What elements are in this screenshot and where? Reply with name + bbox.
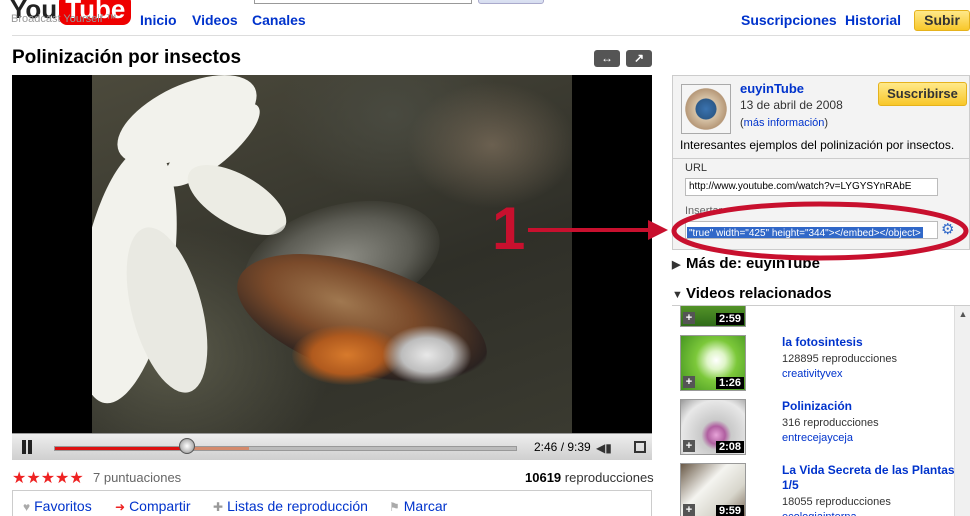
youtube-watch-page: You Tube Broadcast Yourself ™ Inicio Vide… <box>0 0 970 516</box>
fullscreen-icon[interactable] <box>634 441 646 453</box>
flag-label: Marcar <box>403 498 448 514</box>
playlists-button[interactable]: ✚ Listas de reproducción <box>213 498 368 514</box>
favoritos-button[interactable]: ♥ Favoritos <box>23 498 92 514</box>
list-item[interactable]: + 2:08 Polinización 316 reproducciones e… <box>680 399 970 463</box>
add-icon[interactable]: + <box>683 312 695 324</box>
related-title[interactable]: Polinización <box>782 399 962 414</box>
tagline: Broadcast Yourself ™ <box>11 13 117 25</box>
list-item[interactable]: + 9:59 La Vida Secreta de las Plantas 1/… <box>680 463 970 516</box>
nav-videos[interactable]: Videos <box>192 12 238 28</box>
embed-field[interactable]: "true" width="425" height="344"></embed>… <box>685 221 938 239</box>
search-button[interactable] <box>478 0 544 4</box>
annotation-number: 1 <box>492 195 526 262</box>
related-user[interactable]: ecologiainterna <box>782 511 857 516</box>
search-input[interactable] <box>254 0 472 4</box>
video-thumbnail[interactable]: + 9:59 <box>680 463 746 516</box>
flag-button[interactable]: ⚑ Marcar <box>389 498 447 514</box>
gear-icon[interactable]: ⚙ <box>941 222 957 238</box>
add-icon[interactable]: + <box>683 376 695 388</box>
video-description: Interesantes ejemplos del polinización p… <box>680 138 955 152</box>
embed-selected-text: "true" width="425" height="344"></embed>… <box>687 227 923 239</box>
related-label: Videos relacionados <box>686 285 832 302</box>
subscribe-button[interactable]: Suscribirse <box>878 82 967 106</box>
url-label: URL <box>685 162 708 174</box>
channel-name[interactable]: euyinTube <box>740 81 804 96</box>
related-title[interactable]: la fotosintesis <box>782 335 962 350</box>
compartir-label: Compartir <box>129 498 191 514</box>
related-views: 128895 reproducciones <box>782 353 897 365</box>
time-display: 2:46 / 9:39 <box>534 440 591 454</box>
related-user[interactable]: entrecejayceja <box>782 432 853 444</box>
related-title[interactable]: La Vida Secreta de las Plantas 1/5 <box>782 463 962 493</box>
triangle-down-icon: ▼ <box>672 289 683 301</box>
favoritos-label: Favoritos <box>34 498 92 514</box>
progress-played <box>55 447 188 450</box>
more-from-section[interactable]: ▶ Más de: euyinTube <box>672 255 820 272</box>
related-scrollbar[interactable]: ▲ <box>954 306 970 516</box>
pause-icon[interactable] <box>20 440 34 454</box>
related-views: 316 reproducciones <box>782 417 879 429</box>
channel-avatar[interactable] <box>681 84 731 134</box>
popout-icon[interactable]: ↗ <box>626 50 652 67</box>
ratings-count: 7 puntuaciones <box>93 470 182 485</box>
playlists-label: Listas de reproducción <box>227 498 368 514</box>
nav-canales[interactable]: Canales <box>252 12 306 28</box>
duration-badge: 2:59 <box>715 313 744 325</box>
view-count-number: 10619 <box>525 470 562 485</box>
list-item[interactable]: + 2:59 <box>680 306 970 335</box>
volume-icon[interactable]: ◀▮ <box>596 441 612 455</box>
related-section[interactable]: ▼ Videos relacionados <box>672 285 832 302</box>
upload-button[interactable]: Subir <box>914 10 970 31</box>
playlist-plus-icon: ✚ <box>213 500 224 514</box>
player-controls: 2:46 / 9:39 ◀▮ <box>12 433 652 460</box>
expand-width-icon[interactable]: ↔ <box>594 50 620 67</box>
video-thumbnail[interactable]: + 2:59 <box>680 306 746 327</box>
nav-inicio[interactable]: Inicio <box>140 12 177 28</box>
duration-badge: 9:59 <box>715 505 744 516</box>
duration-badge: 2:08 <box>715 441 744 453</box>
more-info: (más información) <box>740 117 829 129</box>
more-info-link[interactable]: más información <box>744 117 825 129</box>
video-thumbnail[interactable]: + 1:26 <box>680 335 746 391</box>
nav-historial[interactable]: Historial <box>845 12 901 28</box>
view-count: 10619 reproducciones <box>525 470 654 485</box>
view-count-label: reproducciones <box>564 470 654 485</box>
video-thumbnail[interactable]: + 2:08 <box>680 399 746 455</box>
add-icon[interactable]: + <box>683 440 695 452</box>
list-item[interactable]: + 1:26 la fotosintesis 128895 reproducci… <box>680 335 970 399</box>
header-divider <box>12 35 970 36</box>
video-player[interactable]: 2:46 / 9:39 ◀▮ <box>12 75 652 460</box>
heart-icon: ♥ <box>23 500 31 514</box>
compartir-button[interactable]: ➜ Compartir <box>115 498 191 514</box>
related-views: 18055 reproducciones <box>782 496 891 508</box>
url-field[interactable]: http://www.youtube.com/watch?v=LYGYSYnRA… <box>685 178 938 196</box>
flag-icon: ⚑ <box>389 500 400 514</box>
triangle-right-icon: ▶ <box>672 259 681 271</box>
description-divider <box>673 158 969 159</box>
rating-stars[interactable]: ★★★★★ <box>12 468 84 488</box>
related-videos-list: + 2:59 + 1:26 la fotosintesis 128895 rep… <box>672 305 970 516</box>
progress-handle[interactable] <box>178 438 195 454</box>
video-title: Polinización por insectos <box>12 47 242 68</box>
add-icon[interactable]: + <box>683 504 695 516</box>
duration-badge: 1:26 <box>715 377 744 389</box>
nav-suscripciones[interactable]: Suscripciones <box>741 12 837 28</box>
action-bar: ♥ Favoritos ➜ Compartir ✚ Listas de reprodu… <box>12 490 652 516</box>
scroll-up-arrow-icon[interactable]: ▲ <box>955 306 970 322</box>
upload-date: 13 de abril de 2008 <box>740 98 843 112</box>
more-from-label: Más de: euyinTube <box>686 255 820 272</box>
moth-white-patch <box>382 325 472 385</box>
channel-info-box: euyinTube 13 de abril de 2008 (más infor… <box>672 75 970 250</box>
share-arrow-icon: ➜ <box>115 500 126 514</box>
progress-bar[interactable] <box>54 446 517 451</box>
related-user[interactable]: creativityvex <box>782 368 843 380</box>
embed-label: Insertar <box>685 205 723 217</box>
